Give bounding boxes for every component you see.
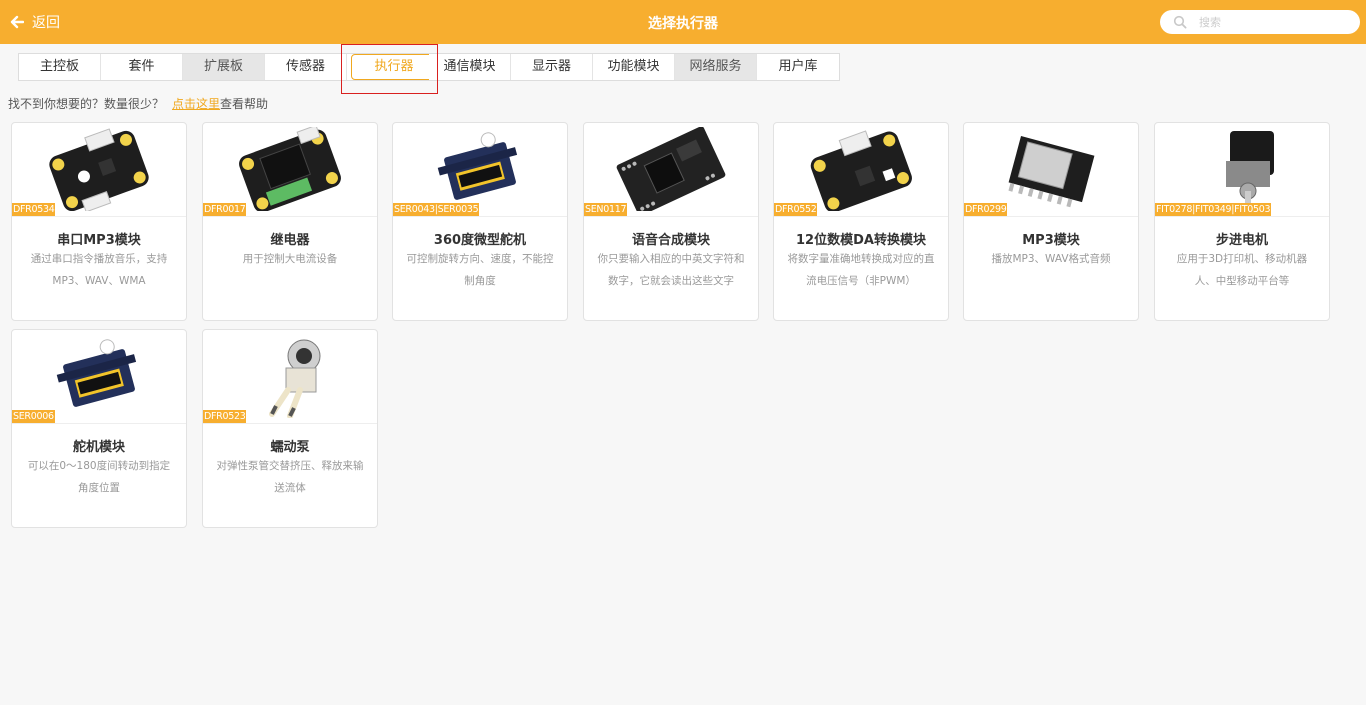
arrow-left-icon [10,15,24,29]
product-desc: 可以在0～180度间转动到指定角度位置 [27,460,171,494]
product-card[interactable]: SER0006 舵机模块 可以在0～180度间转动到指定角度位置 [11,329,187,528]
back-label: 返回 [32,15,60,31]
search-box[interactable] [1160,10,1360,34]
help-text: 找不到你想要的？数量很少？ [8,97,165,111]
product-name: 360度微型舵机 [433,233,527,248]
peristaltic-pump-icon [269,339,321,418]
tab-sensor[interactable]: 传感器 [265,54,347,80]
product-desc: 通过串口指令播放音乐，支持MP3、WAV、WMA [30,253,168,287]
servo-icon [437,132,518,200]
product-name: 12位数模DA转换模块 [796,233,926,248]
product-sku: DFR0017 [203,203,247,216]
product-name: 语音合成模块 [631,233,710,248]
back-button[interactable]: 返回 [10,13,60,31]
help-suffix: 查看帮助 [220,97,269,111]
tab-communication[interactable]: 通信模块 [429,54,511,80]
product-sku: SER0043|SER0035 [393,203,480,216]
product-name: 串口MP3模块 [57,233,141,248]
product-card[interactable]: DFR0523 蠕动泵 对弹性泵管交替挤压、释放来输送流体 [202,329,378,528]
product-name: 蠕动泵 [270,440,310,455]
product-desc: 你只要输入相应的中英文字符和数字，它就会读出这些文字 [597,253,745,287]
product-card[interactable]: FIT0278|FIT0349|FIT0503 步进电机 应用于3D打印机、移动… [1154,122,1330,321]
tab-main-board[interactable]: 主控板 [19,54,101,80]
stepper-motor-icon [1226,131,1274,211]
product-card[interactable]: DFR0534 串口MP3模块 通过串口指令播放音乐，支持MP3、WAV、WMA [11,122,187,321]
product-sku: DFR0552 [774,203,818,216]
mp3-chip-icon [1008,136,1095,208]
product-card[interactable]: SER0043|SER0035 360度微型舵机 可控制旋转方向、速度，不能控制… [392,122,568,321]
product-desc: 将数字量准确地转换成对应的直流电压信号（非PWM） [787,253,935,287]
product-card[interactable]: DFR0552 12位数模DA转换模块 将数字量准确地转换成对应的直流电压信号（… [773,122,949,321]
product-desc: 可控制旋转方向、速度，不能控制角度 [406,253,554,287]
tab-display[interactable]: 显示器 [511,54,593,80]
tab-expansion-board[interactable]: 扩展板 [183,54,265,80]
tab-function-module[interactable]: 功能模块 [593,54,675,80]
product-name: MP3模块 [1022,233,1080,248]
product-desc: 应用于3D打印机、移动机器人、中型移动平台等 [1176,253,1308,287]
help-link[interactable]: 点击这里 [172,97,220,111]
search-icon [1173,15,1187,29]
search-input[interactable] [1199,15,1359,29]
product-card[interactable]: DFR0299 MP3模块 播放MP3、WAV格式音频 [963,122,1139,321]
tab-network-service[interactable]: 网络服务 [675,54,757,80]
product-sku: DFR0523 [203,410,247,423]
product-sku: DFR0534 [12,203,56,216]
top-bar: 返回 选择执行器 [0,0,1366,44]
dac-board-icon [810,130,912,211]
help-line: 找不到你想要的？数量很少？ 点击这里查看帮助 [8,95,268,112]
servo-icon [56,339,137,407]
tab-user-library[interactable]: 用户库 [757,54,839,80]
product-sku: DFR0299 [964,203,1008,216]
product-card[interactable]: SEN0117 语音合成模块 你只要输入相应的中英文字符和数字，它就会读出这些文… [583,122,759,321]
product-sku: SER0006 [12,410,55,423]
product-name: 步进电机 [1215,233,1268,248]
product-sku: FIT0278|FIT0349|FIT0503 [1155,203,1272,216]
product-name: 舵机模块 [72,440,125,455]
product-desc: 用于控制大电流设备 [242,253,338,265]
relay-icon [239,127,341,211]
product-desc: 对弹性泵管交替挤压、释放来输送流体 [216,460,364,494]
product-desc: 播放MP3、WAV格式音频 [991,253,1111,265]
tab-kit[interactable]: 套件 [101,54,183,80]
category-tabs: 主控板 套件 扩展板 传感器 执行器 通信模块 显示器 功能模块 网络服务 用户… [18,53,840,81]
tab-actuator[interactable]: 执行器 [347,54,437,80]
tab-actuator-label: 执行器 [351,54,437,80]
product-name: 继电器 [270,233,310,248]
speech-board-icon [616,127,726,211]
mp3-board-icon [49,128,149,211]
product-sku: SEN0117 [584,203,628,216]
product-card[interactable]: DFR0017 继电器 用于控制大电流设备 [202,122,378,321]
